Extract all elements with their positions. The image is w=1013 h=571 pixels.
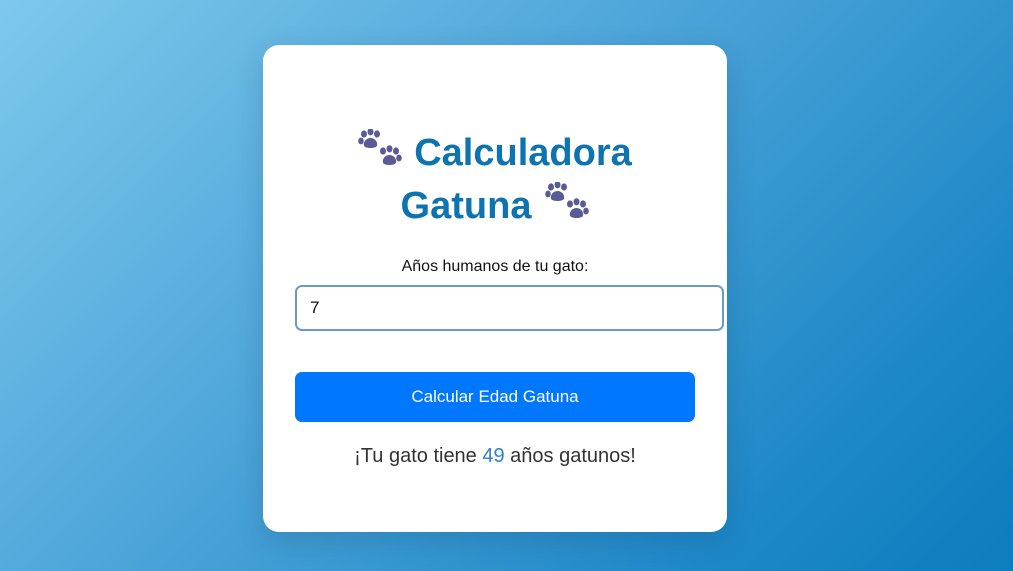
paw-prints-icon: [358, 129, 403, 167]
title-line-2: Gatuna: [263, 180, 727, 233]
title-text-line-1: Calculadora: [414, 132, 632, 174]
result-prefix: ¡Tu gato tiene: [354, 445, 483, 467]
calculator-card: Calculadora Gatuna Años humanos de tu ga…: [263, 45, 727, 532]
result-suffix: años gatunos!: [504, 445, 636, 467]
title-text-line-2: Gatuna: [400, 185, 532, 227]
human-years-input[interactable]: [295, 285, 724, 331]
result-cat-years: 49: [482, 445, 505, 467]
title-line-1: Calculadora: [263, 127, 727, 180]
calculate-button[interactable]: Calcular Edad Gatuna: [295, 372, 695, 422]
result-text: ¡Tu gato tiene 49 años gatunos!: [263, 445, 727, 468]
page-title: Calculadora Gatuna: [263, 127, 727, 233]
human-years-label: Años humanos de tu gato:: [401, 258, 589, 275]
paw-prints-icon: [545, 182, 590, 220]
